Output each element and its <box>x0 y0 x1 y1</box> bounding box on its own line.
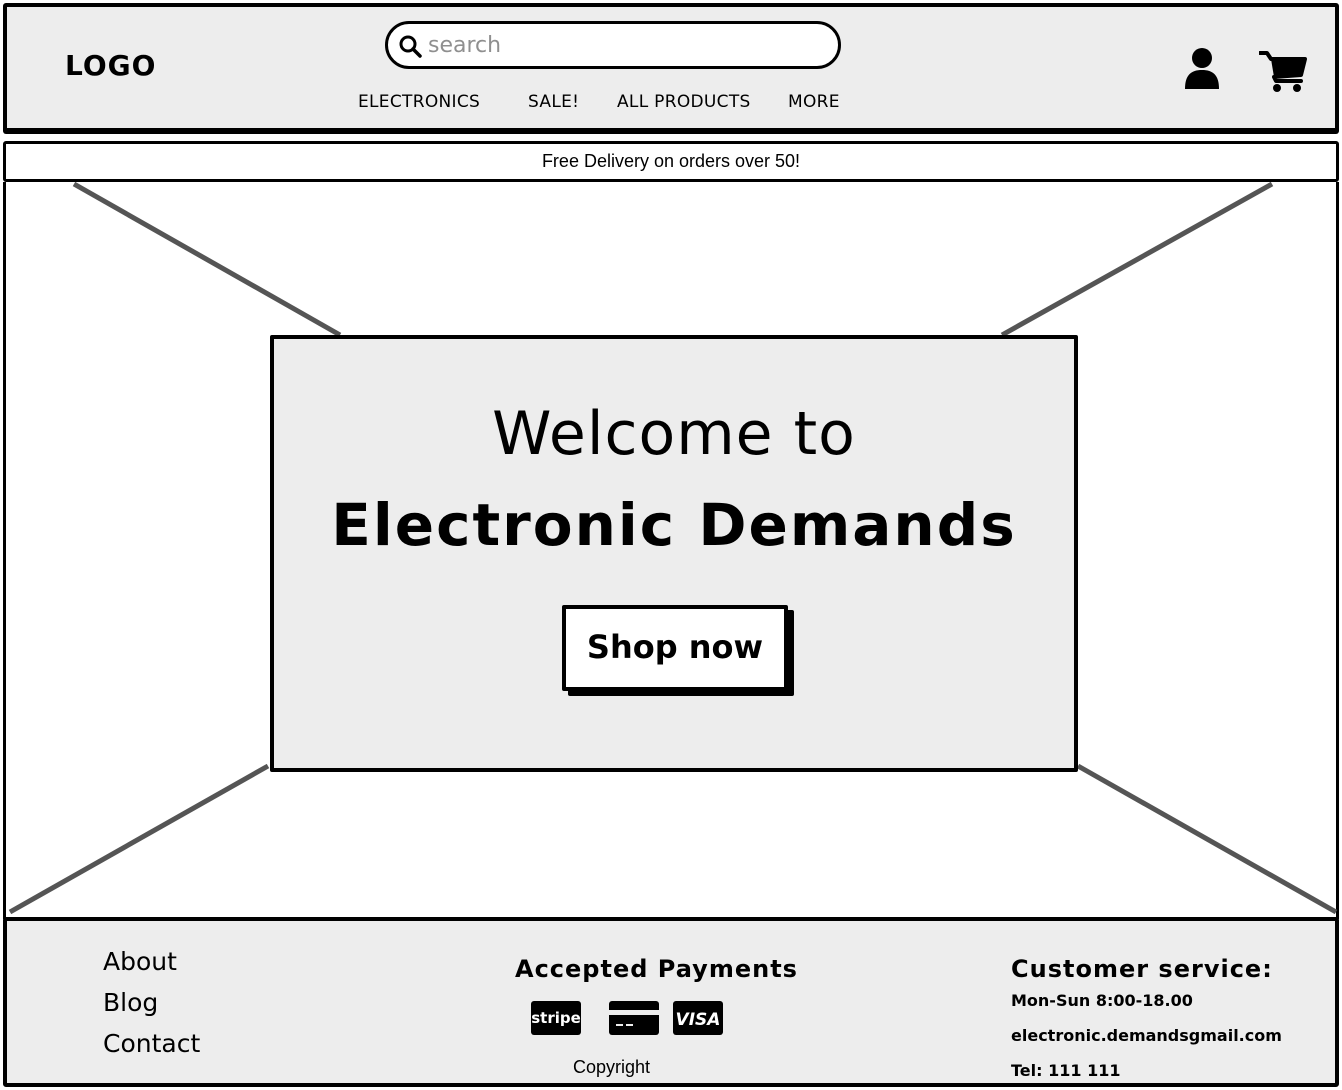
stripe-icon-label: stripe <box>531 1009 581 1027</box>
shopping-cart-icon[interactable] <box>1259 49 1307 93</box>
copyright-text: Copyright <box>573 1057 651 1077</box>
user-account-icon[interactable] <box>1183 47 1221 91</box>
nav-electronics[interactable]: ELECTRONICS <box>358 92 480 112</box>
visa-icon-label: VISA <box>676 1010 721 1030</box>
main-nav: ELECTRONICS SALE! ALL PRODUCTS MORE <box>7 92 1335 116</box>
footer-link-about[interactable]: About <box>103 947 177 976</box>
customer-service-hours: Mon-Sun 8:00-18.00 <box>1011 991 1193 1010</box>
search-input[interactable] <box>428 30 828 60</box>
nav-sale[interactable]: SALE! <box>528 92 579 112</box>
search-icon[interactable] <box>398 34 422 58</box>
stripe-icon: stripe <box>531 1001 581 1035</box>
hero-brand-title: Electronic Demands <box>331 491 1017 559</box>
hero-card: Welcome to Electronic Demands Shop now <box>270 335 1078 772</box>
customer-service-title: Customer service: <box>1011 955 1273 983</box>
promo-banner: Free Delivery on orders over 50! <box>3 141 1339 182</box>
site-header: LOGO ELECTRONICS SALE! ALL PRODUCTS MORE <box>3 3 1339 132</box>
nav-all-products[interactable]: ALL PRODUCTS <box>617 92 751 112</box>
hero-section: Welcome to Electronic Demands Shop now <box>3 182 1339 919</box>
shop-now-button[interactable]: Shop now <box>562 605 788 691</box>
search-bar[interactable] <box>385 21 841 69</box>
site-footer: About Blog Contact Accepted Payments str… <box>3 917 1339 1087</box>
visa-icon: VISA <box>673 1001 723 1035</box>
customer-service-phone: Tel: 111 111 <box>1011 1061 1121 1080</box>
credit-card-icon <box>609 1001 659 1035</box>
nav-more[interactable]: MORE <box>788 92 840 112</box>
footer-link-blog[interactable]: Blog <box>103 988 158 1017</box>
hero-welcome-text: Welcome to <box>492 399 856 469</box>
footer-link-contact[interactable]: Contact <box>103 1029 200 1058</box>
logo[interactable]: LOGO <box>65 49 156 82</box>
customer-service-email[interactable]: electronic.demandsgmail.com <box>1011 1026 1282 1045</box>
payments-title: Accepted Payments <box>515 955 798 983</box>
